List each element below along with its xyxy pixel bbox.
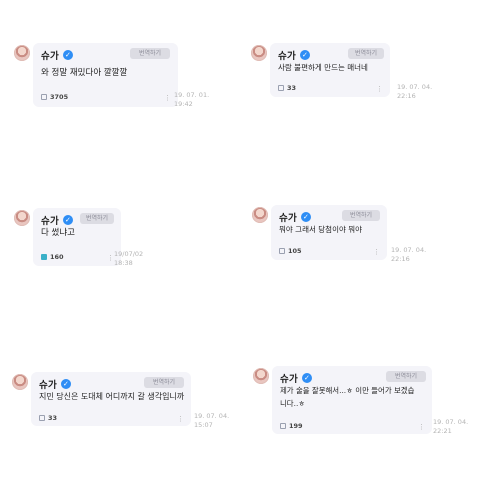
comment-text-line-1: 제가 술을 잘못해서...ㅎ 이만 들어가 보겠습 [280,386,415,395]
author-name[interactable]: 슈가 [39,377,57,391]
like-count[interactable]: 160 [41,253,64,261]
like-count[interactable]: 33 [39,414,57,422]
comment-text: 다 썼냐고 [41,228,75,238]
avatar[interactable] [14,45,30,61]
author-name[interactable]: 슈가 [278,48,296,62]
like-count-value: 33 [48,414,58,422]
avatar[interactable] [253,368,269,384]
translate-button[interactable]: 번역하기 [386,371,426,382]
comment-post: 슈가 ✓ 번역하기 뭐야 그래서 당첨이야 뭐야 105 ⋮ 19. 07. 0… [252,205,452,265]
comment-bubble: 슈가 ✓ 번역하기 제가 술을 잘못해서...ㅎ 이만 들어가 보겠습 니다..… [272,366,432,434]
like-count[interactable]: 199 [280,422,303,430]
like-icon[interactable] [279,248,285,254]
comment-bubble: 슈가 ✓ 번역하기 와 정말 재밌다아 깔깔깔 3705 ⋮ [33,43,178,107]
verified-check-icon: ✓ [300,212,311,222]
comment-post: 슈가 ✓ 번역하기 제가 술을 잘못해서...ㅎ 이만 들어가 보겠습 니다..… [253,366,475,436]
translate-button[interactable]: 번역하기 [80,213,114,224]
comment-post: 슈가 ✓ 번역하기 사람 불편하게 만드는 매너네 33 ⋮ 19. 07. 0… [251,43,451,103]
more-options-icon[interactable]: ⋮ [373,248,380,256]
more-options-icon[interactable]: ⋮ [107,254,114,262]
author-name[interactable]: 슈가 [280,371,298,385]
author-name[interactable]: 슈가 [279,210,297,224]
verified-check-icon: ✓ [60,379,71,389]
comment-text-line-2: 니다..ㅎ [280,399,306,408]
comment-text: 사람 불편하게 만드는 매너네 [278,63,368,72]
comment-bubble: 슈가 ✓ 번역하기 다 썼냐고 160 ⋮ [33,208,121,266]
verified-check-icon: ✓ [301,373,312,383]
timestamp: 19. 07. 04. 22:16 [391,246,427,263]
timestamp: 19. 07. 04. 15:07 [194,412,230,429]
like-icon[interactable] [41,94,47,100]
comment-bubble: 슈가 ✓ 번역하기 사람 불편하게 만드는 매너네 33 ⋮ [270,43,390,97]
author-name[interactable]: 슈가 [41,213,59,227]
more-options-icon[interactable]: ⋮ [164,94,171,102]
like-count-value: 33 [287,84,297,92]
verified-check-icon: ✓ [62,215,73,225]
avatar[interactable] [251,45,267,61]
like-count-value: 199 [289,422,303,430]
comment-bubble: 슈가 ✓ 번역하기 뭐야 그래서 당첨이야 뭐야 105 ⋮ [271,205,387,260]
comment-post: 슈가 ✓ 번역하기 다 썼냐고 160 ⋮ 19/07/02 18:38 [14,208,214,268]
more-options-icon[interactable]: ⋮ [177,415,184,423]
like-count-value: 160 [50,253,64,261]
timestamp: 19. 07. 04. 22:16 [397,83,433,100]
avatar[interactable] [14,210,30,226]
translate-button[interactable]: 번역하기 [342,210,380,221]
translate-button[interactable]: 번역하기 [130,48,170,59]
like-count[interactable]: 33 [278,84,296,92]
comment-post: 슈가 ✓ 번역하기 와 정말 재밌다아 깔깔깔 3705 ⋮ 19. 07. 0… [14,43,214,113]
verified-check-icon: ✓ [62,50,73,60]
like-icon[interactable] [41,254,47,260]
like-icon[interactable] [39,415,45,421]
like-count[interactable]: 105 [279,247,302,255]
translate-button[interactable]: 번역하기 [348,48,384,59]
timestamp: 19/07/02 18:38 [114,250,144,267]
more-options-icon[interactable]: ⋮ [376,85,383,93]
comment-text: 뭐야 그래서 당첨이야 뭐야 [279,225,363,234]
like-count-value: 3705 [50,93,69,101]
comment-post: 슈가 ✓ 번역하기 지민 당신은 도대체 어디까지 갈 생각입니까 33 ⋮ 1… [12,372,232,432]
comment-bubble: 슈가 ✓ 번역하기 지민 당신은 도대체 어디까지 갈 생각입니까 33 ⋮ [31,372,191,426]
timestamp: 19. 07. 01. 19:42 [174,91,210,108]
author-name[interactable]: 슈가 [41,48,59,62]
like-count-value: 105 [288,247,302,255]
like-icon[interactable] [278,85,284,91]
translate-button[interactable]: 번역하기 [144,377,184,388]
timestamp: 19. 07. 04. 22:21 [433,418,469,435]
avatar[interactable] [252,207,268,223]
avatar[interactable] [12,374,28,390]
more-options-icon[interactable]: ⋮ [418,423,425,431]
comment-text: 지민 당신은 도대체 어디까지 갈 생각입니까 [39,392,185,401]
comment-text: 와 정말 재밌다아 깔깔깔 [41,68,128,78]
like-icon[interactable] [280,423,286,429]
like-count[interactable]: 3705 [41,93,68,101]
verified-check-icon: ✓ [299,50,310,60]
